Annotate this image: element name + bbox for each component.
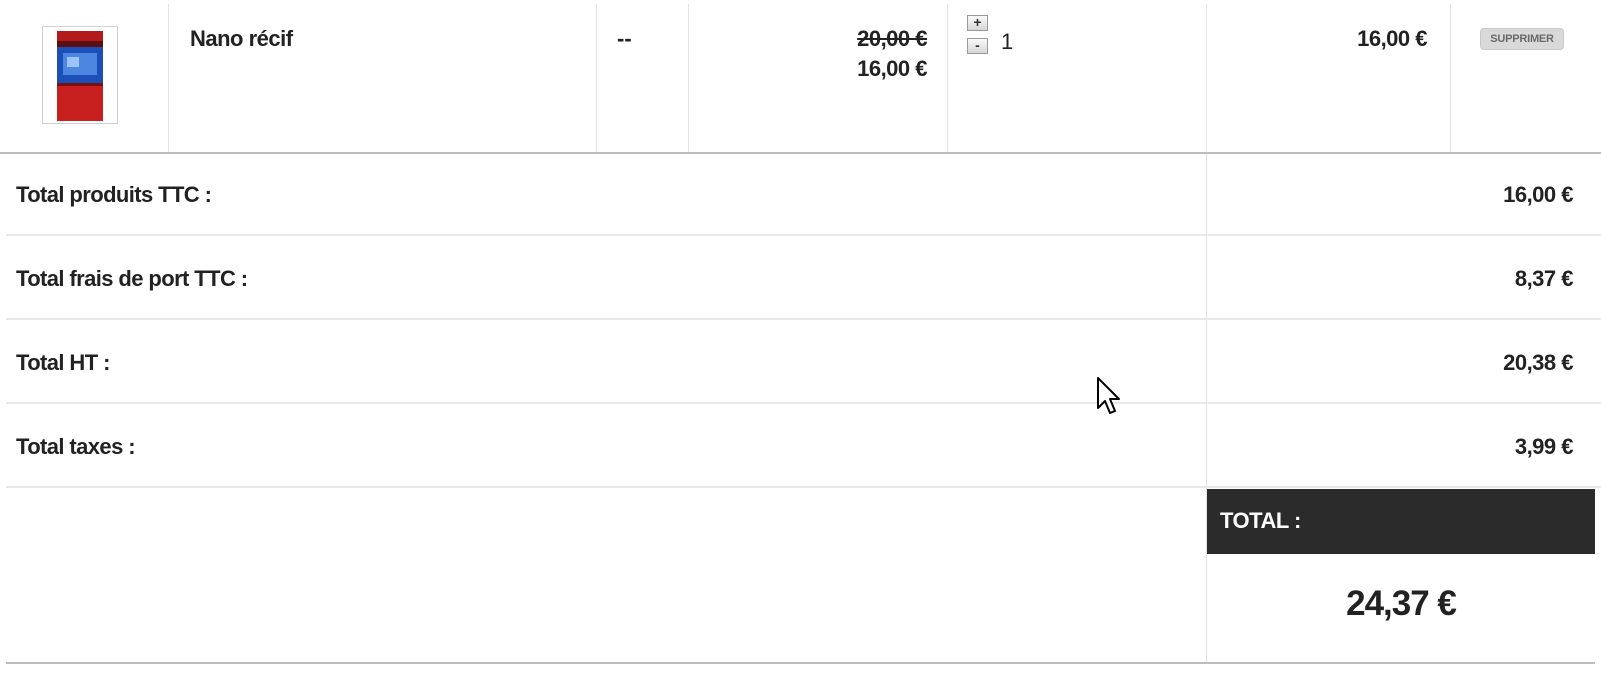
product-old-price: 20,00 €	[857, 26, 927, 51]
total-shipping-row: Total frais de port TTC : 8,37 €	[6, 238, 1601, 320]
product-reference: --	[617, 26, 632, 51]
total-shipping-value: 8,37 €	[1514, 266, 1574, 291]
grand-total-header: TOTAL :	[1207, 489, 1595, 554]
cart-product-row: Nano récif -- 20,00 € 16,00 € + - 1 16,0…	[0, 0, 1601, 154]
quantity-decrease-button[interactable]: -	[967, 38, 988, 54]
total-taxes-row: Total taxes : 3,99 €	[6, 406, 1601, 488]
total-products-value: 16,00 €	[1503, 182, 1573, 207]
quantity-increase-button[interactable]: +	[967, 15, 988, 31]
total-products-row: Total produits TTC : 16,00 €	[6, 154, 1601, 236]
product-unit-price: 16,00 €	[857, 56, 927, 81]
grand-total-value: 24,37 €	[1346, 584, 1457, 623]
cart-summary: Nano récif -- 20,00 € 16,00 € + - 1 16,0…	[0, 0, 1601, 684]
total-taxes-label: Total taxes :	[16, 434, 136, 459]
quantity-value: 1	[1001, 29, 1014, 54]
delete-product-button[interactable]: SUPPRIMER	[1480, 28, 1564, 50]
total-taxes-value: 3,99 €	[1514, 434, 1574, 459]
total-shipping-label: Total frais de port TTC :	[16, 266, 248, 291]
total-products-label: Total produits TTC :	[16, 182, 212, 207]
table-bottom-border	[6, 662, 1595, 664]
product-line-total: 16,00 €	[1357, 26, 1427, 51]
product-thumbnail[interactable]	[42, 26, 118, 124]
total-ht-label: Total HT :	[16, 350, 110, 375]
total-ht-value: 20,38 €	[1503, 350, 1573, 375]
mouse-pointer-icon	[1097, 377, 1120, 414]
grand-total-label: TOTAL :	[1220, 508, 1301, 533]
product-name[interactable]: Nano récif	[190, 26, 293, 52]
total-ht-row: Total HT : 20,38 €	[6, 322, 1601, 404]
aquarium-product-image	[57, 31, 103, 121]
